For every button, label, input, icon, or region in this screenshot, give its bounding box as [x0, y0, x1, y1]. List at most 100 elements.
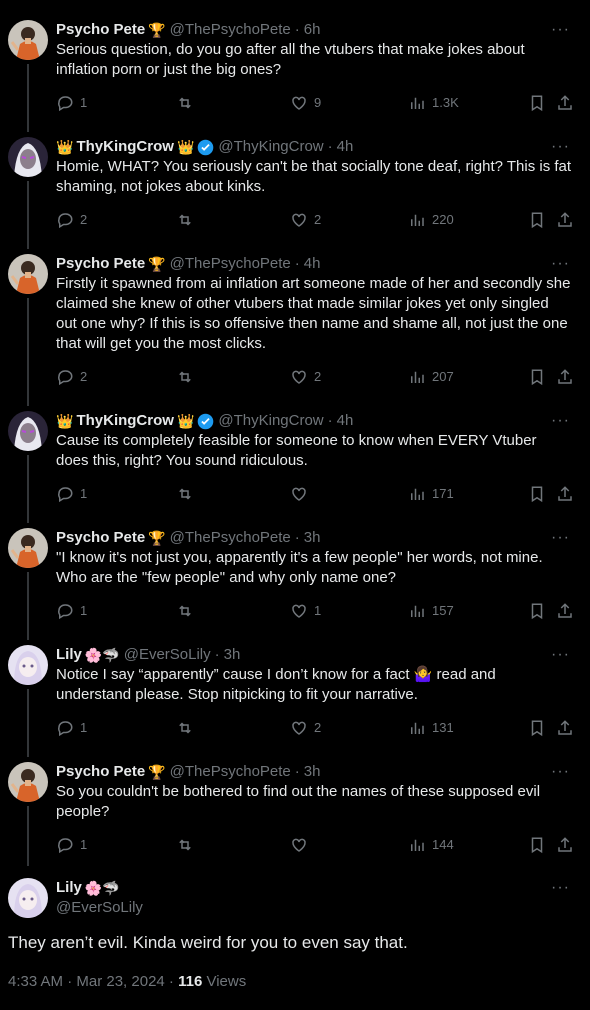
- avatar-lily[interactable]: [8, 645, 48, 685]
- avatar-psycho-pete[interactable]: [8, 762, 48, 802]
- more-options-icon[interactable]: ···: [551, 20, 570, 40]
- reply-button[interactable]: 2: [56, 367, 87, 387]
- like-button[interactable]: 1: [290, 601, 321, 621]
- analytics-icon: [411, 605, 424, 617]
- reply-button[interactable]: 1: [56, 835, 87, 855]
- retweet-button[interactable]: [176, 367, 200, 387]
- like-button[interactable]: 9: [290, 93, 321, 113]
- bookmark-button[interactable]: [528, 835, 546, 855]
- retweet-button[interactable]: [176, 93, 200, 113]
- bookmark-button[interactable]: [528, 484, 546, 504]
- display-name[interactable]: Lily: [56, 645, 82, 665]
- share-icon: [558, 720, 572, 735]
- user-handle[interactable]: @ThePsychoPete: [170, 762, 291, 782]
- share-button[interactable]: [556, 718, 574, 738]
- share-button[interactable]: [556, 93, 574, 113]
- timestamp[interactable]: 4h: [337, 137, 354, 157]
- like-count: 9: [314, 95, 322, 110]
- like-button[interactable]: [290, 484, 314, 504]
- views-button[interactable]: 1.3K: [408, 93, 459, 113]
- views-button[interactable]: 220: [408, 210, 454, 230]
- avatar-psycho-pete[interactable]: [8, 254, 48, 294]
- display-name[interactable]: Psycho Pete: [56, 20, 145, 40]
- display-name[interactable]: ThyKingCrow: [76, 137, 174, 157]
- reply-button[interactable]: 1: [56, 484, 87, 504]
- bookmark-button[interactable]: [528, 718, 546, 738]
- display-name[interactable]: ThyKingCrow: [76, 411, 174, 431]
- user-handle[interactable]: @ThyKingCrow: [218, 411, 323, 431]
- more-options-icon[interactable]: ···: [551, 137, 570, 157]
- tweet-header: Psycho Pete 🏆 @ThePsychoPete · 4h: [56, 254, 320, 274]
- views-button[interactable]: 144: [408, 835, 454, 855]
- views-button[interactable]: 131: [408, 718, 454, 738]
- share-button[interactable]: [556, 601, 574, 621]
- bookmark-icon: [531, 369, 543, 386]
- analytics-icon: [411, 839, 424, 851]
- bookmark-button[interactable]: [528, 93, 546, 113]
- reply-button[interactable]: 1: [56, 718, 87, 738]
- like-button[interactable]: [290, 835, 314, 855]
- more-options-icon[interactable]: ···: [551, 878, 570, 898]
- bookmark-button[interactable]: [528, 367, 546, 387]
- timestamp[interactable]: 3h: [304, 762, 321, 782]
- views-button[interactable]: 157: [408, 601, 454, 621]
- user-handle[interactable]: @ThyKingCrow: [218, 137, 323, 157]
- display-name[interactable]: Psycho Pete: [56, 254, 145, 274]
- share-button[interactable]: [556, 835, 574, 855]
- post-timestamp[interactable]: 4:33 AM · Mar 23, 2024 ·: [8, 973, 178, 990]
- views-count: 116: [178, 973, 203, 990]
- more-options-icon[interactable]: ···: [551, 411, 570, 431]
- avatar-thykingcrow[interactable]: [8, 137, 48, 177]
- avatar-thykingcrow[interactable]: [8, 411, 48, 451]
- retweet-button[interactable]: [176, 601, 200, 621]
- share-button[interactable]: [556, 210, 574, 230]
- views-button[interactable]: 171: [408, 484, 454, 504]
- reply-button[interactable]: 2: [56, 210, 87, 230]
- reply-count: 1: [80, 720, 88, 735]
- user-handle[interactable]: @EverSoLily: [56, 898, 143, 918]
- display-name[interactable]: Psycho Pete: [56, 762, 145, 782]
- bookmark-button[interactable]: [528, 210, 546, 230]
- more-options-icon[interactable]: ···: [551, 528, 570, 548]
- views-count: 207: [432, 369, 454, 384]
- retweet-button[interactable]: [176, 484, 200, 504]
- user-handle[interactable]: @ThePsychoPete: [170, 528, 291, 548]
- name-emoji: 🏆: [148, 256, 166, 272]
- views-button[interactable]: 207: [408, 367, 454, 387]
- reply-icon: [58, 721, 73, 737]
- avatar-psycho-pete[interactable]: [8, 20, 48, 60]
- user-handle[interactable]: @EverSoLily: [124, 645, 211, 665]
- reply-button[interactable]: 1: [56, 93, 87, 113]
- display-name[interactable]: Lily: [56, 878, 82, 898]
- user-handle[interactable]: @ThePsychoPete: [170, 254, 291, 274]
- share-button[interactable]: [556, 367, 574, 387]
- more-options-icon[interactable]: ···: [551, 254, 570, 274]
- like-button[interactable]: 2: [290, 210, 321, 230]
- retweet-button[interactable]: [176, 835, 200, 855]
- user-handle[interactable]: @ThePsychoPete: [170, 20, 291, 40]
- avatar-lily[interactable]: [8, 878, 48, 918]
- like-button[interactable]: 2: [290, 718, 321, 738]
- more-options-icon[interactable]: ···: [551, 762, 570, 782]
- retweet-button[interactable]: [176, 718, 200, 738]
- name-emoji: 👑: [176, 139, 195, 155]
- timestamp[interactable]: 4h: [337, 411, 354, 431]
- name-emoji-prefix: 👑: [56, 139, 74, 155]
- retweet-icon: [179, 605, 191, 617]
- timestamp[interactable]: 6h: [304, 20, 321, 40]
- analytics-icon: [411, 371, 424, 383]
- reply-icon: [58, 213, 73, 229]
- timestamp[interactable]: 3h: [224, 645, 241, 665]
- bookmark-button[interactable]: [528, 601, 546, 621]
- like-button[interactable]: 2: [290, 367, 321, 387]
- more-options-icon[interactable]: ···: [551, 645, 570, 665]
- analytics-icon: [411, 488, 424, 500]
- reply-button[interactable]: 1: [56, 601, 87, 621]
- timestamp[interactable]: 4h: [304, 254, 321, 274]
- timestamp[interactable]: 3h: [304, 528, 321, 548]
- avatar-psycho-pete[interactable]: [8, 528, 48, 568]
- display-name[interactable]: Psycho Pete: [56, 528, 145, 548]
- reply-icon: [58, 487, 73, 503]
- share-button[interactable]: [556, 484, 574, 504]
- retweet-button[interactable]: [176, 210, 200, 230]
